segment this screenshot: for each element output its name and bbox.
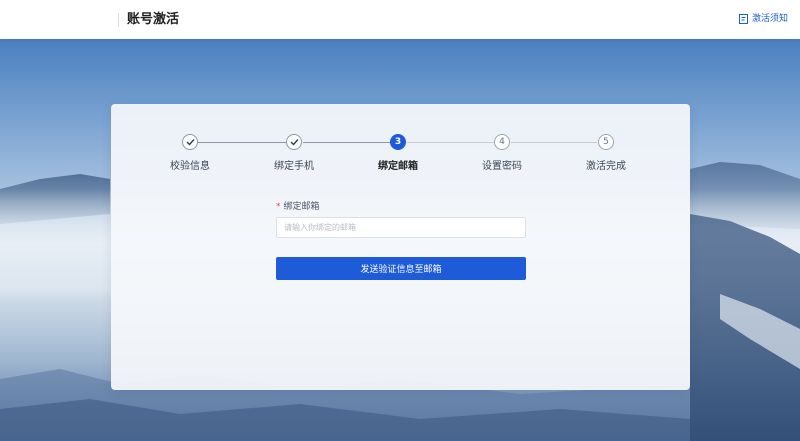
step-1-label: 校验信息 xyxy=(170,161,210,172)
step-2-check-icon xyxy=(286,134,302,150)
step-5-number: 5 xyxy=(598,134,614,150)
activation-card: 3 4 5 校验信息 绑定手机 绑定邮箱 设置密码 激活完成 *绑定邮箱 发送验… xyxy=(111,104,690,390)
email-field-label: * 绑定邮箱 xyxy=(276,201,320,213)
activation-notice-link[interactable]: 激活须知 xyxy=(738,12,788,26)
step-1-check-icon xyxy=(182,134,198,150)
step-4-number: 4 xyxy=(494,134,510,150)
step-connector-4 xyxy=(511,142,597,143)
step-connector-2 xyxy=(303,142,390,143)
check-icon xyxy=(186,139,195,146)
step-5-label: 激活完成 xyxy=(586,161,626,172)
email-input[interactable] xyxy=(276,217,526,238)
step-4-label: 设置密码 xyxy=(482,161,522,172)
document-icon xyxy=(738,14,748,24)
step-connector-3 xyxy=(407,142,494,143)
step-2-label: 绑定手机 xyxy=(274,161,314,172)
step-3-label: 绑定邮箱 xyxy=(378,161,418,172)
step-3-number: 3 xyxy=(390,134,406,150)
activation-notice-label: 激活须知 xyxy=(751,14,788,24)
email-label-text: 绑定邮箱 xyxy=(283,202,320,212)
required-mark: * xyxy=(276,202,281,212)
step-connector-1 xyxy=(198,142,286,143)
page-title: 账号激活 xyxy=(127,12,180,27)
check-icon xyxy=(290,139,299,146)
send-verification-button[interactable]: 发送验证信息至邮箱 xyxy=(276,257,526,280)
progress-steps: 3 4 5 校验信息 绑定手机 绑定邮箱 设置密码 激活完成 xyxy=(111,104,690,184)
header-divider xyxy=(118,13,119,27)
top-header: 账号激活 激活须知 xyxy=(0,0,800,39)
